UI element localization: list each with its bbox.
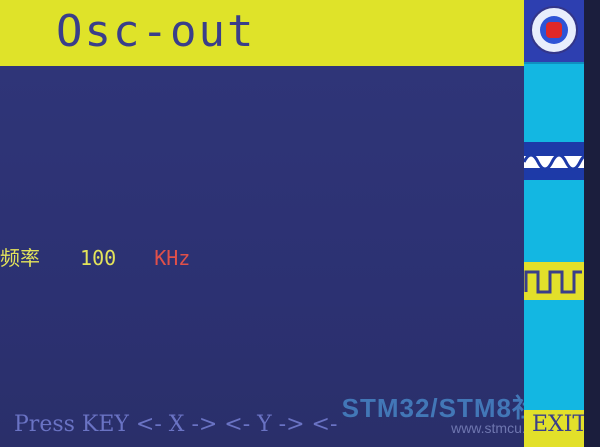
sine-wave-icon: [524, 153, 584, 171]
frequency-value: 100: [80, 246, 117, 270]
exit-label: EXIT: [532, 412, 588, 437]
record-icon: [530, 6, 578, 54]
record-dot: [546, 22, 562, 38]
screen-edge: [584, 0, 600, 447]
frequency-label: 频率: [0, 246, 40, 270]
record-button[interactable]: [524, 0, 584, 62]
page-title: Osc-out: [56, 6, 256, 57]
sidebar: EXIT: [524, 0, 588, 447]
frequency-unit: KHz: [154, 246, 191, 270]
exit-button[interactable]: EXIT: [524, 410, 588, 447]
frequency-row: 频率 100 KHz: [0, 242, 190, 271]
key-hint-text: Press KEY <- X -> <- Y -> <-: [14, 412, 345, 437]
square-wave-button[interactable]: [524, 262, 584, 300]
title-bar: Osc-out: [0, 0, 524, 69]
sidebar-divider: [524, 62, 584, 64]
square-wave-icon: [524, 270, 582, 294]
sine-wave-button[interactable]: [524, 142, 584, 180]
